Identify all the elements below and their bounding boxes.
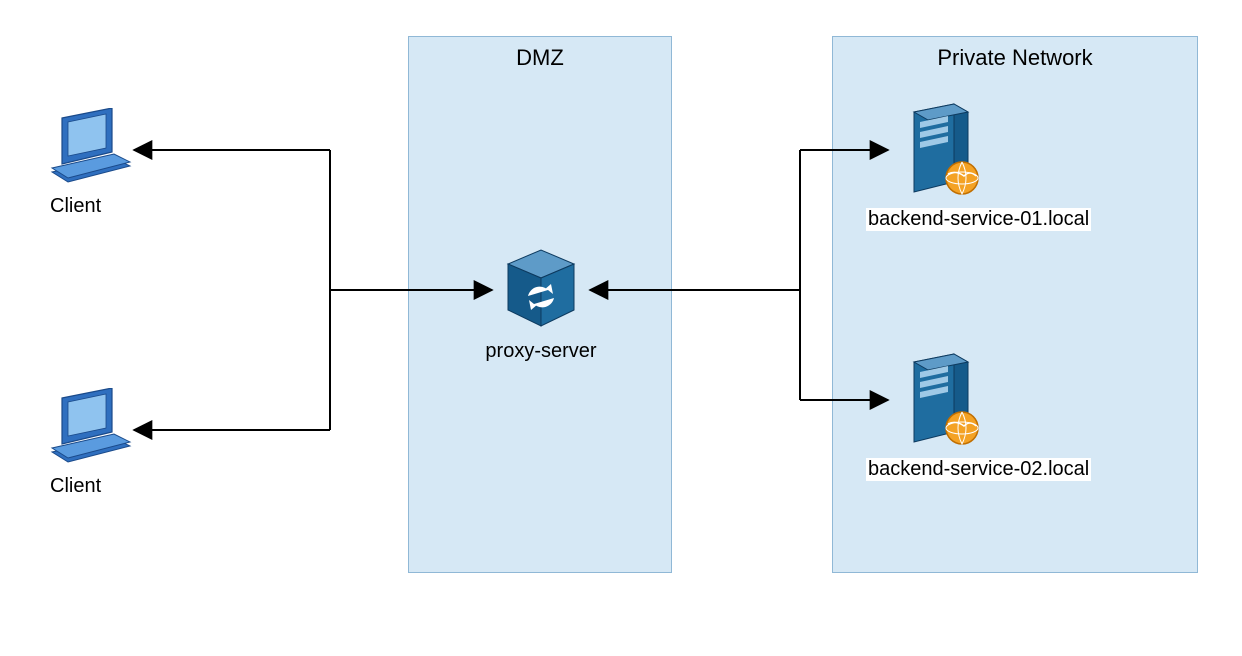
backend-server-icon bbox=[894, 350, 984, 450]
client-label: Client bbox=[50, 195, 130, 218]
dmz-zone-title: DMZ bbox=[409, 45, 671, 71]
client-laptop-icon bbox=[50, 108, 132, 183]
backend-server-label: backend-service-01.local bbox=[866, 208, 1091, 231]
backend-server-label: backend-service-02.local bbox=[866, 458, 1091, 481]
proxy-server-icon bbox=[496, 244, 586, 334]
backend-server-icon bbox=[894, 100, 984, 200]
proxy-server-label: proxy-server bbox=[476, 340, 606, 363]
private-network-zone: Private Network bbox=[832, 36, 1198, 573]
private-network-zone-title: Private Network bbox=[833, 45, 1197, 71]
client-label: Client bbox=[50, 475, 130, 498]
client-laptop-icon bbox=[50, 388, 132, 463]
